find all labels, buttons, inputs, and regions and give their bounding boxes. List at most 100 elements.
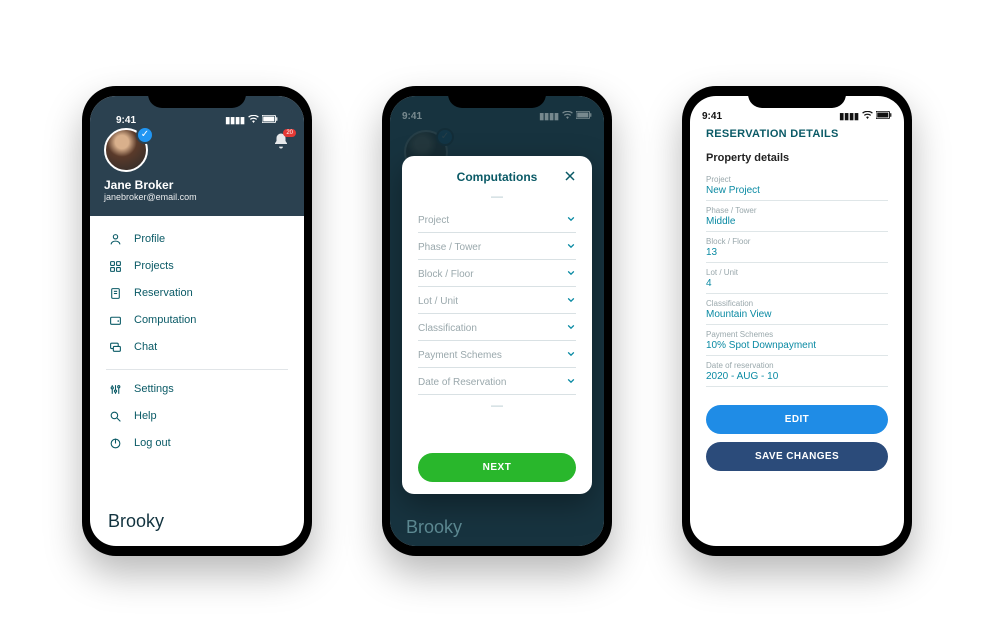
menu-item-reservation[interactable]: Reservation [106, 280, 288, 307]
signal-icon: ▮▮▮▮ [839, 111, 859, 122]
modal-title: Computations [457, 170, 538, 184]
field-label: Phase / Tower [706, 206, 888, 215]
menu-item-profile[interactable]: Profile [106, 226, 288, 253]
menu-divider [106, 369, 288, 370]
menu-item-settings[interactable]: Settings [106, 376, 288, 403]
chevron-down-icon [566, 322, 576, 335]
menu-item-chat[interactable]: Chat [106, 334, 288, 361]
scroll-indicator-bottom: — [418, 399, 576, 411]
menu-item-help[interactable]: Help [106, 403, 288, 430]
person-icon [108, 233, 122, 246]
menu-item-log-out[interactable]: Log out [106, 430, 288, 457]
dropdown-block-floor[interactable]: Block / Floor [418, 260, 576, 287]
menu-item-label: Log out [134, 437, 171, 449]
save-changes-button[interactable]: SAVE CHANGES [706, 442, 888, 471]
field-label: Lot / Unit [706, 268, 888, 277]
grid-icon [108, 260, 122, 273]
close-button[interactable] [564, 170, 576, 185]
menu-item-label: Computation [134, 314, 196, 326]
profile-header: 9:41 ▮▮▮▮ ✓ 20 [90, 96, 304, 216]
chat-icon [108, 341, 122, 354]
field-value: 10% Spot Downpayment [706, 340, 888, 351]
dropdown-payment-schemes[interactable]: Payment Schemes [418, 341, 576, 368]
signal-icon: ▮▮▮▮ [225, 115, 245, 126]
scroll-indicator-top: — [418, 190, 576, 202]
wifi-icon [862, 111, 873, 121]
avatar[interactable]: ✓ [104, 128, 148, 172]
screen-3: 9:41 ▮▮▮▮ RESERVATION DETAILS Property d… [690, 96, 904, 546]
computations-modal: Computations — Project Phase / Tower Block… [402, 156, 592, 494]
edit-button[interactable]: EDIT [706, 405, 888, 434]
user-email: janebroker@email.com [104, 192, 290, 202]
phone-frame-1: 9:41 ▮▮▮▮ ✓ 20 [82, 86, 312, 556]
menu-item-projects[interactable]: Projects [106, 253, 288, 280]
verified-badge-icon: ✓ [136, 126, 154, 144]
menu-item-label: Settings [134, 383, 174, 395]
dropdown-label: Phase / Tower [418, 242, 481, 253]
logout-icon [108, 437, 122, 450]
section-title: Property details [706, 152, 888, 164]
nav-menu: Profile Projects Reservation Computation Cha… [90, 216, 304, 501]
field-phase-tower: Phase / TowerMiddle [706, 201, 888, 232]
dropdown-project[interactable]: Project [418, 206, 576, 233]
field-value: 4 [706, 278, 888, 289]
screen-1: 9:41 ▮▮▮▮ ✓ 20 [90, 96, 304, 546]
chevron-down-icon [566, 295, 576, 308]
wifi-icon [248, 115, 259, 125]
dropdown-label: Date of Reservation [418, 377, 506, 388]
menu-item-label: Profile [134, 233, 165, 245]
field-payment-schemes: Payment Schemes10% Spot Downpayment [706, 325, 888, 356]
page-title: RESERVATION DETAILS [706, 128, 888, 140]
notch [448, 86, 546, 108]
status-time: 9:41 [702, 111, 722, 122]
sliders-icon [108, 383, 122, 396]
menu-item-label: Chat [134, 341, 157, 353]
menu-item-label: Projects [134, 260, 174, 272]
wallet-icon [108, 314, 122, 327]
field-classification: ClassificationMountain View [706, 294, 888, 325]
screen-2: 9:41 ▮▮▮▮ ✓ Brooky [390, 96, 604, 546]
status-icons: ▮▮▮▮ [839, 111, 892, 122]
dropdown-label: Project [418, 215, 449, 226]
field-label: Payment Schemes [706, 330, 888, 339]
brand-logo: Brooky [406, 517, 462, 538]
field-date-of-reservation: Date of reservation2020 - AUG - 10 [706, 356, 888, 387]
field-value: Mountain View [706, 309, 888, 320]
field-label: Project [706, 175, 888, 184]
dropdown-date-of-reservation[interactable]: Date of Reservation [418, 368, 576, 395]
field-label: Date of reservation [706, 361, 888, 370]
status-time: 9:41 [116, 115, 136, 126]
field-lot-unit: Lot / Unit4 [706, 263, 888, 294]
menu-item-label: Help [134, 410, 157, 422]
notch [148, 86, 246, 108]
notifications-button[interactable]: 20 [272, 132, 290, 155]
next-button[interactable]: NEXT [418, 453, 576, 482]
battery-icon [876, 111, 892, 121]
close-icon [564, 170, 576, 182]
doc-icon [108, 287, 122, 300]
search-icon [108, 410, 122, 423]
menu-item-computation[interactable]: Computation [106, 307, 288, 334]
user-name: Jane Broker [104, 178, 290, 192]
chevron-down-icon [566, 268, 576, 281]
field-label: Classification [706, 299, 888, 308]
chevron-down-icon [566, 349, 576, 362]
field-value: 13 [706, 247, 888, 258]
dropdown-label: Lot / Unit [418, 296, 458, 307]
dropdown-label: Block / Floor [418, 269, 474, 280]
field-value: 2020 - AUG - 10 [706, 371, 888, 382]
field-block-floor: Block / Floor13 [706, 232, 888, 263]
status-icons: ▮▮▮▮ [225, 115, 278, 126]
dropdown-label: Payment Schemes [418, 350, 502, 361]
chevron-down-icon [566, 376, 576, 389]
notification-badge: 20 [283, 129, 296, 137]
chevron-down-icon [566, 241, 576, 254]
field-value: New Project [706, 185, 888, 196]
battery-icon [262, 115, 278, 125]
menu-item-label: Reservation [134, 287, 193, 299]
dropdown-phase-tower[interactable]: Phase / Tower [418, 233, 576, 260]
field-project: ProjectNew Project [706, 170, 888, 201]
dropdown-classification[interactable]: Classification [418, 314, 576, 341]
brand-logo: Brooky [90, 501, 304, 546]
dropdown-lot-unit[interactable]: Lot / Unit [418, 287, 576, 314]
